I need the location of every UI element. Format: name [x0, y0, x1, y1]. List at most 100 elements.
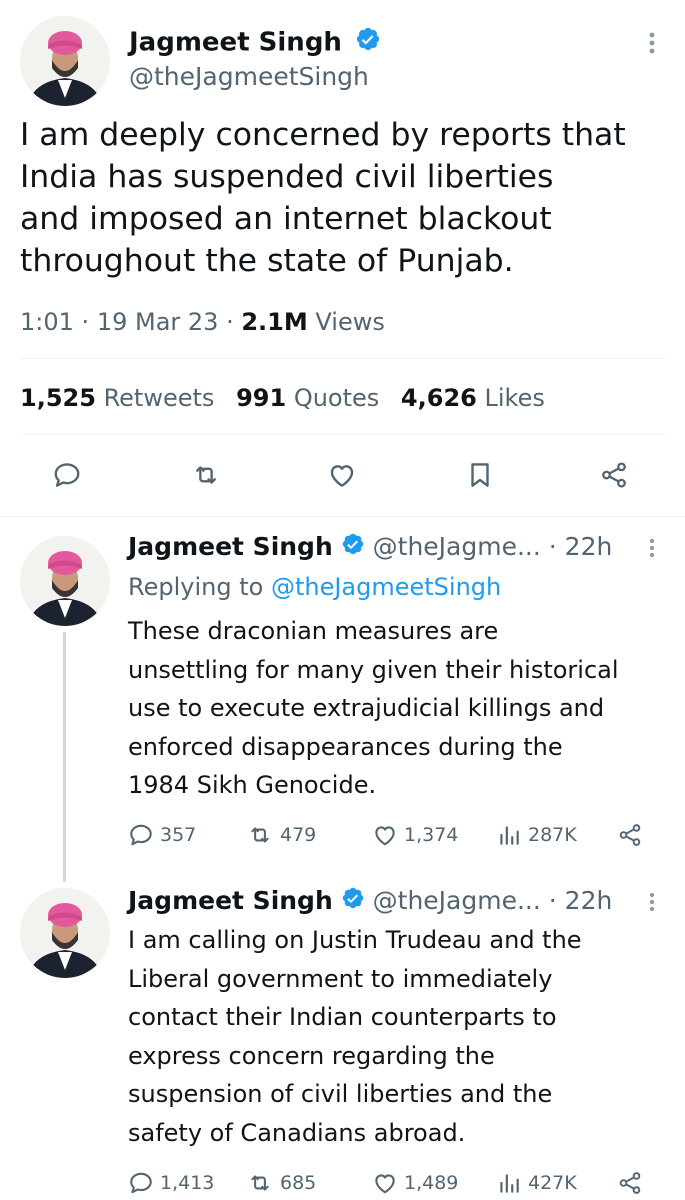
likes-stat[interactable]: 4,626 Likes: [401, 384, 545, 412]
verified-badge-icon: [341, 531, 365, 565]
like-count: 1,374: [404, 824, 459, 846]
reply-text-line: enforced disappearances during the: [128, 732, 563, 761]
reply-text-line: Liberal government to immediately: [128, 964, 553, 993]
like-count: 1,489: [404, 1172, 459, 1194]
views-label: Views: [315, 308, 385, 336]
avatar[interactable]: [20, 16, 110, 106]
replying-label: Replying to: [128, 573, 264, 601]
divider: [20, 358, 665, 359]
reply-text: I am calling on Justin Trudeau and the L…: [128, 921, 673, 1152]
tweet-meta: 1:01 · 19 Mar 23 · 2.1M Views: [20, 306, 385, 338]
author-name[interactable]: Jagmeet Singh: [129, 26, 381, 60]
avatar[interactable]: [20, 888, 110, 978]
retweet-count: 685: [280, 1172, 317, 1194]
views-count: 287K: [528, 824, 577, 846]
verified-badge-icon: [341, 885, 365, 919]
views-button[interactable]: 287K: [496, 822, 577, 848]
reply-header: Jagmeet Singh @theJagme... · 22h: [128, 530, 612, 565]
reply-text-line: contact their Indian counterparts to: [128, 1003, 557, 1031]
retweet-button[interactable]: 479: [246, 822, 316, 848]
meta-dot: ·: [81, 308, 97, 336]
tweet-text-line: and imposed an internet blackout: [20, 201, 552, 237]
reply-count: 357: [160, 824, 197, 846]
reply-button[interactable]: [52, 460, 82, 490]
reply-header: Jagmeet Singh @theJagme... · 22h: [128, 884, 612, 919]
retweets-label: Retweets: [103, 384, 215, 412]
meta-dot: ·: [226, 308, 242, 336]
replying-handle[interactable]: @theJagmeetSingh: [271, 573, 501, 601]
reply-button[interactable]: 357: [128, 822, 196, 848]
share-button[interactable]: [617, 1170, 643, 1196]
avatar[interactable]: [20, 536, 110, 626]
share-icon: [602, 462, 626, 488]
reply-text-line: I am calling on Justin Trudeau and the: [128, 926, 582, 954]
retweet-icon: [196, 466, 216, 484]
reply-text-line: express concern regarding the: [128, 1041, 495, 1070]
retweet-count: 479: [280, 824, 317, 846]
like-button[interactable]: 1,374: [372, 822, 458, 848]
author-name[interactable]: Jagmeet Singh: [128, 532, 333, 561]
like-button[interactable]: [327, 460, 357, 490]
views-count: 2.1M: [241, 308, 308, 336]
likes-label: Likes: [484, 384, 545, 412]
author-name-text[interactable]: Jagmeet Singh: [129, 28, 342, 58]
more-icon[interactable]: [643, 891, 661, 913]
tweet-text-line: I am deeply concerned by reports that: [20, 117, 626, 153]
reply-text-line: These draconian measures are: [128, 617, 499, 645]
author-handle[interactable]: @theJagmeetSingh: [129, 60, 369, 94]
reply-text: These draconian measures are unsettling …: [128, 612, 673, 805]
reply-icon: [130, 824, 152, 846]
retweet-icon: [251, 1175, 269, 1191]
author-handle[interactable]: @theJagme...: [373, 886, 541, 915]
views-icon: [500, 826, 519, 845]
retweet-button[interactable]: [190, 460, 222, 490]
author-handle[interactable]: @theJagme...: [373, 532, 541, 561]
more-icon[interactable]: [643, 537, 661, 559]
like-icon: [375, 826, 395, 846]
reply-text-line: 1984 Sikh Genocide.: [128, 771, 377, 799]
thread-line: [63, 632, 66, 882]
reply-text-line: use to execute extrajudicial killings an…: [128, 694, 605, 722]
like-icon: [330, 465, 354, 487]
reply-icon: [130, 1172, 152, 1194]
like-button[interactable]: 1,489: [372, 1170, 458, 1196]
tweet-text-line: throughout the state of Punjab.: [20, 243, 514, 279]
like-icon: [375, 1174, 395, 1194]
quotes-count: 991: [236, 384, 287, 412]
share-icon: [619, 824, 641, 846]
reply-count: 1,413: [160, 1172, 215, 1194]
share-button[interactable]: [599, 460, 629, 490]
reply-time[interactable]: · 22h: [549, 532, 613, 561]
views-icon: [500, 1174, 519, 1193]
reply-text-line: unsettling for many given their historic…: [128, 655, 619, 684]
more-icon[interactable]: [642, 30, 662, 56]
share-icon: [619, 1172, 641, 1194]
tweet-time[interactable]: 1:01: [20, 308, 74, 336]
replying-to: Replying to @theJagmeetSingh: [128, 570, 501, 604]
reply-button[interactable]: 1,413: [128, 1170, 214, 1196]
retweets-count: 1,525: [20, 384, 96, 412]
retweet-icon: [251, 827, 269, 843]
tweet-date[interactable]: 19 Mar 23: [97, 308, 219, 336]
bookmark-button[interactable]: [465, 460, 495, 490]
retweets-stat[interactable]: 1,525 Retweets: [20, 384, 214, 412]
views-button[interactable]: 427K: [496, 1170, 577, 1196]
reply-time[interactable]: · 22h: [549, 886, 613, 915]
tweet-text: I am deeply concerned by reports that In…: [20, 114, 670, 282]
likes-count: 4,626: [400, 384, 477, 412]
views-count: 427K: [528, 1172, 577, 1194]
engagement-stats: 1,525 Retweets 991 Quotes 4,626 Likes: [20, 382, 545, 414]
quotes-stat[interactable]: 991 Quotes: [236, 384, 379, 412]
divider: [0, 516, 685, 517]
tweet-text-line: India has suspended civil liberties: [20, 159, 554, 195]
bookmark-icon: [471, 463, 489, 487]
quotes-label: Quotes: [293, 384, 380, 412]
reply-icon: [54, 463, 80, 487]
divider: [20, 434, 665, 435]
reply-text-line: safety of Canadians abroad.: [128, 1118, 466, 1147]
share-button[interactable]: [617, 822, 643, 848]
verified-badge-icon: [355, 26, 381, 60]
author-name[interactable]: Jagmeet Singh: [128, 886, 333, 915]
retweet-button[interactable]: 685: [246, 1170, 316, 1196]
reply-text-line: suspension of civil liberties and the: [128, 1080, 553, 1108]
